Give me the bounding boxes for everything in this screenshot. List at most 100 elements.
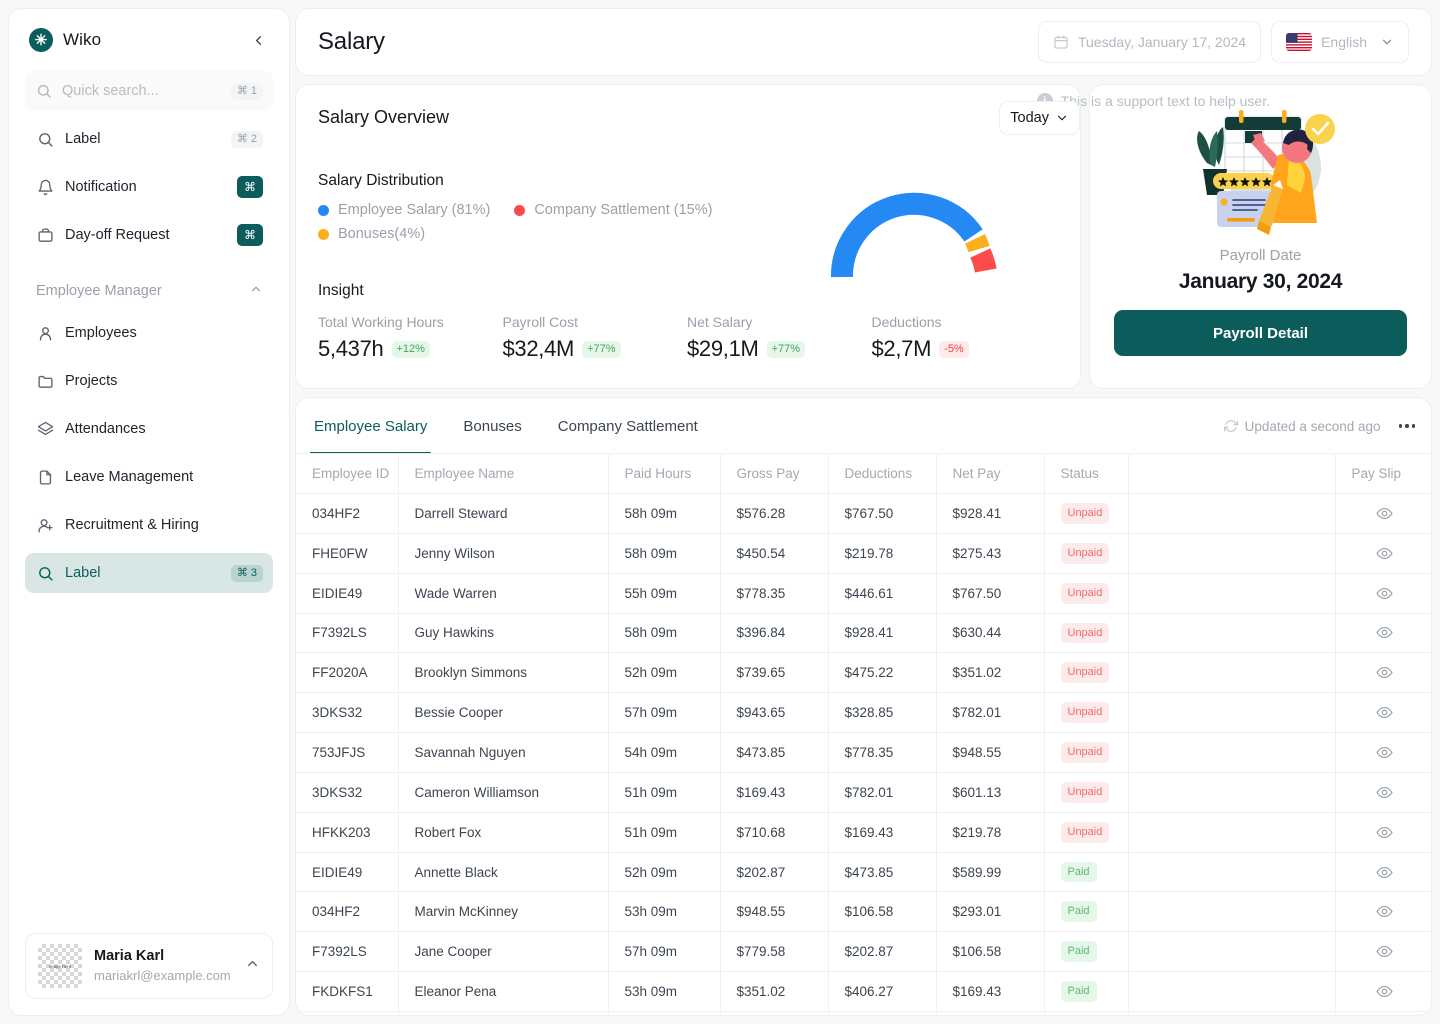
sidebar-item-label-top[interactable]: Label ⌘ 2 bbox=[25, 119, 273, 159]
cell-employee-name: Annette Black bbox=[398, 852, 609, 893]
sidebar-item-leave-management[interactable]: Leave Management bbox=[25, 457, 273, 497]
eye-icon[interactable] bbox=[1352, 624, 1418, 641]
column-header-net-pay[interactable]: Net Pay bbox=[936, 454, 1045, 494]
eye-icon[interactable] bbox=[1352, 664, 1418, 681]
table-row[interactable]: F7392LS Guy Hawkins 58h 09m $396.84 $928.41 $… bbox=[296, 613, 1431, 654]
column-header-paid-hours[interactable]: Paid Hours bbox=[608, 454, 721, 494]
legend-label: Bonuses(4%) bbox=[338, 226, 426, 242]
updated-status: Updated a second ago bbox=[1223, 419, 1381, 434]
table-tools: Updated a second ago bbox=[1223, 418, 1418, 434]
table-row[interactable]: FKDKFS1 Eleanor Pena 53h 09m $351.02 $406.27… bbox=[296, 971, 1431, 1012]
table-row[interactable]: 3DKS32 Bessie Cooper 57h 09m $943.65 $328.85… bbox=[296, 692, 1431, 734]
search-input[interactable] bbox=[62, 83, 221, 99]
table-row[interactable]: FHE0FW Jenny Wilson 58h 09m $450.54 $219.78 $… bbox=[296, 533, 1431, 574]
table-row[interactable]: 753JFJS Savannah Nguyen 54h 09m $473.85 $778… bbox=[296, 732, 1431, 773]
table-row[interactable]: F7392LS Jane Cooper 57h 09m $779.58 $202.87 $… bbox=[296, 931, 1431, 973]
column-header-employee-id[interactable]: Employee ID bbox=[296, 454, 399, 494]
sidebar-item-attendances[interactable]: Attendances bbox=[25, 409, 273, 449]
column-header-employee-name[interactable]: Employee Name bbox=[398, 454, 609, 494]
column-header-status[interactable]: Status bbox=[1044, 454, 1129, 494]
tab-employee-salary[interactable]: Employee Salary bbox=[296, 398, 445, 454]
metric-value: $32,4M bbox=[502, 336, 575, 361]
cell-spacer bbox=[1128, 931, 1336, 973]
cell-employee-name: Jenny Wilson bbox=[398, 533, 609, 574]
wiko-logo-icon: ✳ bbox=[29, 28, 53, 52]
cell-spacer bbox=[1128, 573, 1336, 614]
cell-employee-name: Savannah Nguyen bbox=[398, 732, 609, 773]
user-profile-card[interactable]: image here Maria Karl mariakrl@example.c… bbox=[25, 933, 273, 999]
cell-employee-id: 3DKS32 bbox=[296, 692, 399, 734]
eye-icon[interactable] bbox=[1352, 983, 1418, 1000]
table-row[interactable]: EIDIE49 Annette Black 52h 09m $202.87 $473.8… bbox=[296, 852, 1431, 893]
table-row[interactable]: HFKK203 Robert Fox 51h 09m $710.68 $169.43 $2… bbox=[296, 812, 1431, 853]
eye-icon[interactable] bbox=[1352, 585, 1418, 602]
period-value: Today bbox=[1010, 110, 1049, 126]
sidebar-item-label-active[interactable]: Label ⌘ 3 bbox=[25, 553, 273, 593]
eye-icon[interactable] bbox=[1352, 545, 1418, 562]
cell-net-pay: $169.43 bbox=[936, 971, 1045, 1012]
cell-deductions: $328.85 bbox=[828, 692, 937, 734]
column-header-gross-pay[interactable]: Gross Pay bbox=[720, 454, 829, 494]
sidebar-item-projects[interactable]: Projects bbox=[25, 361, 273, 401]
language-value: English bbox=[1321, 34, 1367, 50]
column-header-deductions[interactable]: Deductions bbox=[828, 454, 937, 494]
cell-gross-pay: $779.58 bbox=[720, 931, 829, 973]
eye-icon[interactable] bbox=[1352, 505, 1418, 522]
tab-company-sattlement[interactable]: Company Sattlement bbox=[540, 398, 716, 454]
more-horizontal-icon[interactable] bbox=[1397, 418, 1418, 434]
language-selector[interactable]: English bbox=[1271, 21, 1409, 63]
cell-employee-id: HFKK203 bbox=[296, 812, 399, 853]
brand-row: ✳ Wiko bbox=[25, 9, 273, 71]
cell-employee-name: Devon Lane bbox=[398, 1011, 609, 1015]
salary-table-wrapper: Employee ID Employee Name Paid Hours Gro… bbox=[296, 454, 1431, 1015]
legend-label: Company Sattlement (15%) bbox=[534, 202, 713, 218]
sidebar-item-notification[interactable]: Notification ⌘ bbox=[25, 167, 273, 207]
cell-pay-slip bbox=[1335, 533, 1431, 574]
date-picker[interactable]: Tuesday, January 17, 2024 bbox=[1037, 21, 1262, 63]
sidebar-group-employee-manager[interactable]: Employee Manager bbox=[25, 271, 273, 311]
cell-status: Paid bbox=[1044, 891, 1129, 933]
table-row[interactable]: 3DKS32 Cameron Williamson 51h 09m $169.43 $7… bbox=[296, 772, 1431, 813]
tab-bonuses[interactable]: Bonuses bbox=[445, 398, 539, 454]
eye-icon[interactable] bbox=[1352, 824, 1418, 841]
shortcut-badge: ⌘ 2 bbox=[230, 130, 263, 148]
cell-paid-hours: 51h 09m bbox=[608, 772, 721, 813]
chevron-up-icon[interactable] bbox=[245, 956, 260, 976]
cell-net-pay: $106.58 bbox=[936, 931, 1045, 973]
column-header-pay-slip[interactable]: Pay Slip bbox=[1335, 454, 1431, 494]
cell-spacer bbox=[1128, 891, 1336, 933]
eye-icon[interactable] bbox=[1352, 943, 1418, 960]
date-value: Tuesday, January 17, 2024 bbox=[1077, 34, 1247, 50]
table-tabs-row: Employee Salary Bonuses Company Sattleme… bbox=[296, 398, 1431, 454]
cell-paid-hours: 53h 09m bbox=[608, 891, 721, 933]
sidebar-item-recruitment-hiring[interactable]: Recruitment & Hiring bbox=[25, 505, 273, 545]
cell-pay-slip bbox=[1335, 852, 1431, 893]
sidebar-item-day-off-request[interactable]: Day-off Request ⌘ bbox=[25, 215, 273, 255]
cell-deductions: $475.22 bbox=[828, 652, 937, 694]
period-selector[interactable]: Today bbox=[999, 101, 1080, 135]
cell-net-pay: $601.13 bbox=[936, 772, 1045, 813]
status-badge: Unpaid bbox=[1060, 781, 1110, 803]
table-row[interactable]: 034HF2 Marvin McKinney 53h 09m $948.55 $106.… bbox=[296, 891, 1431, 933]
eye-icon[interactable] bbox=[1352, 784, 1418, 801]
eye-icon[interactable] bbox=[1352, 704, 1418, 721]
metric-label: Payroll Cost bbox=[502, 314, 578, 330]
sidebar-item-employees[interactable]: Employees bbox=[25, 313, 273, 353]
eye-icon[interactable] bbox=[1352, 744, 1418, 761]
table-row[interactable]: FF2020A Brooklyn Simmons 52h 09m $739.65 $47… bbox=[296, 652, 1431, 694]
cell-pay-slip bbox=[1335, 931, 1431, 973]
cell-paid-hours: 58h 09m bbox=[608, 493, 721, 534]
cell-status: Paid bbox=[1044, 852, 1129, 893]
eye-icon[interactable] bbox=[1352, 903, 1418, 920]
status-badge: Unpaid bbox=[1060, 821, 1110, 843]
sidebar-collapse-icon[interactable] bbox=[247, 29, 269, 51]
payroll-detail-button[interactable]: Payroll Detail bbox=[1114, 310, 1407, 356]
metric-label: Total Working Hours bbox=[318, 314, 444, 330]
cell-status: Unpaid bbox=[1044, 732, 1129, 773]
table-row[interactable]: 3DKS32Devon Lane55h 09m$630.44$275.43$10… bbox=[296, 1011, 1431, 1015]
table-row[interactable]: 034HF2 Darrell Steward 58h 09m $576.28 $767.… bbox=[296, 493, 1431, 534]
table-row[interactable]: EIDIE49 Wade Warren 55h 09m $778.35 $446.61 $… bbox=[296, 573, 1431, 614]
cell-gross-pay: $778.35 bbox=[720, 573, 829, 614]
quick-search-box[interactable]: ⌘ 1 bbox=[25, 71, 273, 111]
eye-icon[interactable] bbox=[1352, 864, 1418, 881]
